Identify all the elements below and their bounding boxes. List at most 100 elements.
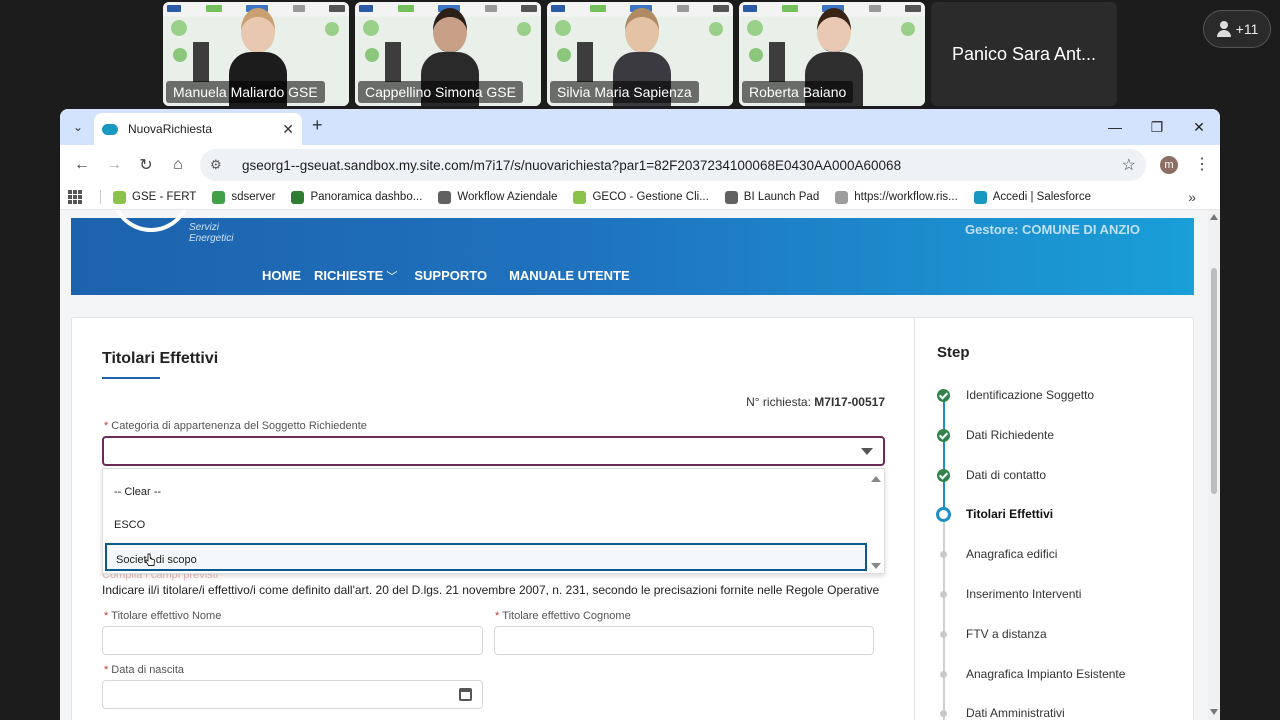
step-item[interactable]: Anagrafica Impianto Esistente	[915, 663, 1185, 687]
minimize-icon[interactable]: —	[1094, 109, 1136, 145]
browser-toolbar: ← → ↻ ⌂ ⚙ gseorg1--gseuat.sandbox.my.sit…	[60, 145, 1220, 185]
bookmark-item[interactable]: GECO - Gestione Cli...	[573, 190, 709, 204]
bookmark-favicon-icon	[291, 190, 305, 204]
more-participants-button[interactable]: +11	[1203, 10, 1271, 48]
bookmark-item[interactable]: https://workflow.ris...	[835, 190, 958, 204]
close-tab-icon[interactable]: ✕	[282, 121, 294, 138]
bookmark-label: Panoramica dashbo...	[310, 191, 423, 203]
bookmark-label: Workflow Aziendale	[457, 191, 558, 203]
apps-grid-icon[interactable]	[68, 190, 82, 204]
nav-home[interactable]: HOME	[262, 268, 301, 284]
step-item[interactable]: Anagrafica edifici	[915, 543, 1185, 567]
bookmark-favicon-icon	[573, 190, 587, 204]
bookmark-item[interactable]: Workflow Aziendale	[438, 190, 558, 204]
step-item[interactable]: FTV a distanza	[915, 623, 1185, 647]
data-nascita-label: * Data di nascita	[104, 664, 185, 676]
option-clear[interactable]: -- Clear --	[105, 477, 867, 505]
tab-search-icon[interactable]: ⌄	[66, 115, 90, 139]
nav-richieste[interactable]: RICHIESTE	[314, 268, 383, 284]
data-nascita-input[interactable]	[102, 680, 483, 709]
nome-input[interactable]	[102, 626, 483, 655]
reload-icon[interactable]: ↻	[130, 149, 162, 181]
bookmark-label: https://workflow.ris...	[854, 191, 958, 203]
option-esco[interactable]: ESCO	[105, 510, 867, 538]
step-label: Inserimento Interventi	[966, 587, 1082, 601]
cognome-label: * Titolare effettivo Cognome	[495, 610, 631, 622]
bookmark-label: BI Launch Pad	[743, 191, 820, 203]
step-item[interactable]: Dati Richiedente	[915, 424, 1185, 448]
bookmark-item[interactable]: Panoramica dashbo...	[291, 190, 423, 204]
nome-label: * Titolare effettivo Nome	[104, 610, 222, 622]
calendar-icon[interactable]	[459, 688, 472, 701]
video-tile-3[interactable]: Silvia Maria Sapienza	[547, 2, 733, 106]
bookmark-favicon-icon	[113, 190, 126, 204]
step-label: Anagrafica Impianto Esistente	[966, 666, 1126, 681]
cognome-input[interactable]	[494, 626, 874, 655]
page-scrollbar[interactable]	[1208, 210, 1220, 720]
step-item[interactable]: Titolari Effettivi	[915, 503, 1185, 527]
tab-nuovarichiesta[interactable]: NuovaRichiesta ✕	[94, 113, 302, 145]
chevron-down-icon[interactable]: ﹀	[386, 268, 397, 284]
steps-title: Step	[937, 344, 970, 361]
bookmark-item[interactable]: GSE - FERT	[113, 190, 197, 204]
check-icon	[937, 389, 950, 402]
check-icon	[937, 468, 950, 482]
step-item[interactable]: Dati di contatto	[915, 464, 1185, 488]
step-dot-icon	[940, 551, 947, 559]
forward-icon[interactable]: →	[98, 149, 130, 181]
request-number: N° richiesta: M7I17-00517	[746, 395, 885, 409]
option-societa-di-scopo[interactable]: Società di scopo	[105, 543, 867, 571]
bookmarks-bar: GSE - FERT sdserver Panoramica dashbo... Wo…	[60, 185, 1220, 210]
profile-avatar[interactable]: m	[1160, 156, 1178, 174]
bookmark-item[interactable]: Accedi | Salesforce	[973, 190, 1091, 204]
category-combobox[interactable]	[102, 436, 885, 466]
bookmark-favicon-icon	[724, 190, 738, 204]
site-info-icon[interactable]: ⚙	[210, 157, 232, 173]
salesforce-icon	[102, 123, 118, 135]
bookmark-item[interactable]: sdserver	[212, 190, 275, 204]
new-tab-button[interactable]: +	[312, 115, 323, 136]
hand-cursor-icon	[144, 553, 155, 566]
step-dot-icon	[940, 670, 947, 678]
step-label: FTV a distanza	[966, 626, 1047, 641]
tab-title: NuovaRichiesta	[128, 122, 213, 136]
scroll-down-icon[interactable]	[871, 563, 881, 569]
steps-panel: Step Identificazione Soggetto Dati Richie…	[914, 318, 1195, 720]
back-icon[interactable]: ←	[66, 149, 98, 181]
more-bookmarks-icon[interactable]: »	[1188, 189, 1196, 205]
scroll-up-icon[interactable]	[871, 476, 881, 482]
site-header-banner: Servizi Energetici Gestore: COMUNE DI AN…	[71, 210, 1194, 295]
step-item[interactable]: Inserimento Interventi	[915, 583, 1185, 607]
step-dot-icon	[940, 710, 947, 718]
nav-manuale-utente[interactable]: MANUALE UTENTE	[509, 268, 630, 284]
video-tile-5[interactable]: Panico Sara Ant...	[931, 2, 1117, 106]
bookmark-star-icon[interactable]: ☆	[1122, 155, 1136, 175]
participant-name: Cappellino Simona GSE	[358, 81, 523, 103]
video-tile-2[interactable]: Cappellino Simona GSE	[355, 2, 541, 106]
more-participants-count: +11	[1235, 21, 1259, 37]
home-icon[interactable]: ⌂	[162, 149, 194, 181]
form-card: Titolari Effettivi N° richiesta: M7I17-0…	[71, 317, 1194, 720]
video-tile-1[interactable]: Manuela Maliardo GSE	[163, 2, 349, 106]
form-area: Titolari Effettivi N° richiesta: M7I17-0…	[102, 318, 887, 720]
bookmark-label: GSE - FERT	[132, 191, 197, 203]
bookmark-favicon-icon	[835, 190, 849, 204]
page-content: Servizi Energetici Gestore: COMUNE DI AN…	[60, 210, 1220, 720]
step-label: Dati Amministrativi	[966, 706, 1065, 720]
browser-menu-icon[interactable]: ⋮	[1194, 154, 1210, 174]
window-controls: — ❐ ✕	[1094, 109, 1220, 145]
step-item[interactable]: Identificazione Soggetto	[915, 384, 1185, 408]
step-label: Anagrafica edifici	[966, 547, 1058, 562]
step-item[interactable]: Dati Amministrativi	[915, 702, 1185, 720]
address-bar[interactable]: ⚙ gseorg1--gseuat.sandbox.my.site.com/m7…	[200, 149, 1146, 181]
page-title: Titolari Effettivi	[102, 350, 219, 367]
step-label: Dati Richiedente	[966, 427, 1055, 442]
close-window-icon[interactable]: ✕	[1178, 109, 1220, 145]
check-icon	[937, 428, 950, 442]
nav-supporto[interactable]: SUPPORTO	[414, 268, 487, 284]
step-label: Dati di contatto	[966, 467, 1047, 482]
video-tile-4[interactable]: Roberta Baiano	[739, 2, 925, 106]
restore-icon[interactable]: ❐	[1136, 109, 1178, 145]
bookmark-item[interactable]: BI Launch Pad	[724, 190, 820, 204]
form-description: Indicare il/i titolare/i effettivo/i com…	[102, 583, 880, 597]
